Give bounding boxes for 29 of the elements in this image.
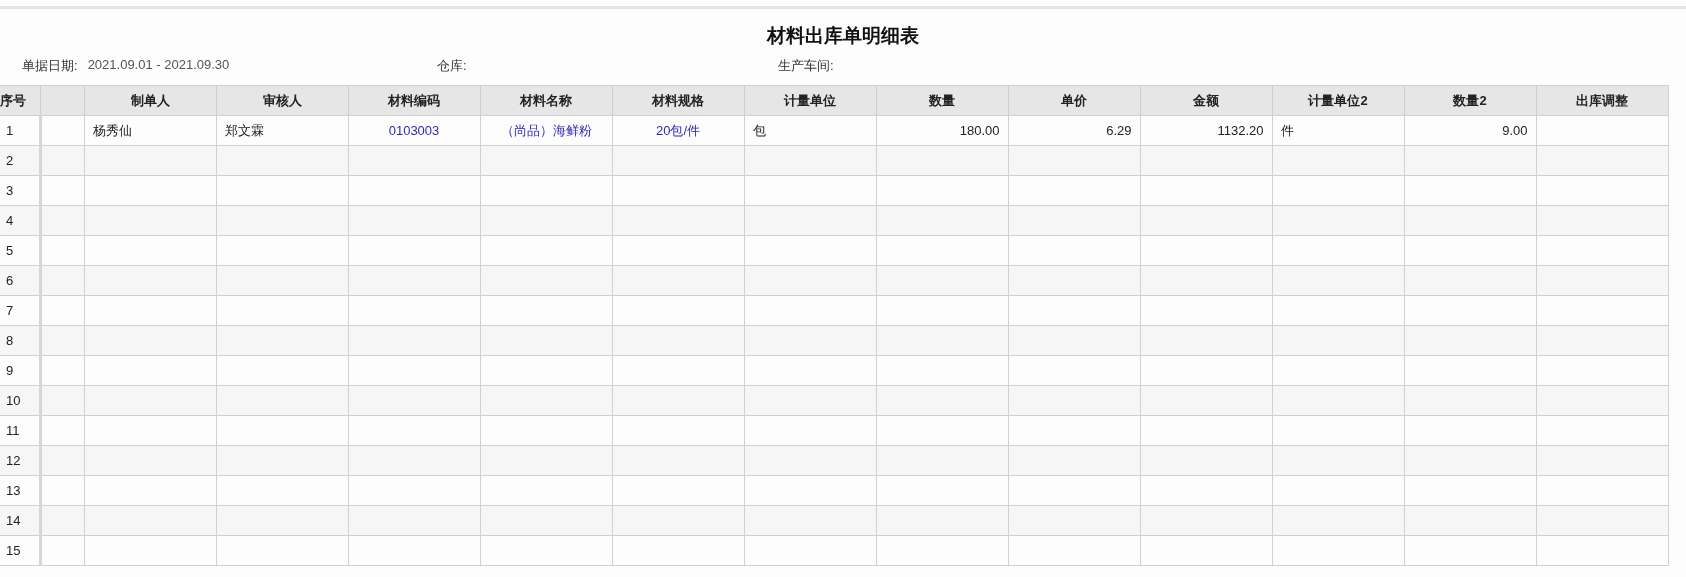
table-cell: 郑文霖 [216,115,348,146]
header-cell[interactable]: 计量单位 [744,85,876,116]
table-cell: 180.00 [876,115,1008,146]
header-cell[interactable]: 金额 [1140,85,1272,116]
header-cell[interactable]: 单价 [1008,85,1140,116]
header-cell[interactable]: 数量 [876,85,1008,116]
header-cell[interactable]: 数量2 [1404,85,1536,116]
table-cell: 包 [744,115,876,146]
header-cell[interactable]: 出库调整 [1536,85,1668,116]
filter-label: 生产车间: [778,57,834,75]
header-cell[interactable]: 计量单位2 [1272,85,1404,116]
table-cell: 件 [1272,115,1404,146]
table-link[interactable]: （尚品）海鲜粉 [480,115,612,146]
table-cell: 杨秀仙 [84,115,216,146]
table-cell: 1132.20 [1140,115,1272,146]
header-cell[interactable]: 审核人 [216,85,348,116]
table-cell: 6.29 [1008,115,1140,146]
filter-label: 仓库: [437,57,467,75]
report-title: 材料出库单明细表 [765,24,920,48]
header-cell: 序号 [0,85,40,116]
filter-value: 2021.09.01 - 2021.09.30 [87,57,230,74]
header-cell[interactable]: 材料编码 [348,85,480,116]
table-cell: 9.00 [1404,115,1536,146]
header-cell[interactable]: 材料名称 [480,85,612,116]
filter-label: 单据日期: [22,57,78,75]
header-cell[interactable]: 制单人 [84,85,216,116]
table-link[interactable]: 0103003 [348,115,480,146]
header-cell[interactable]: 材料规格 [612,85,744,116]
table-link[interactable]: 20包/件 [612,115,744,146]
